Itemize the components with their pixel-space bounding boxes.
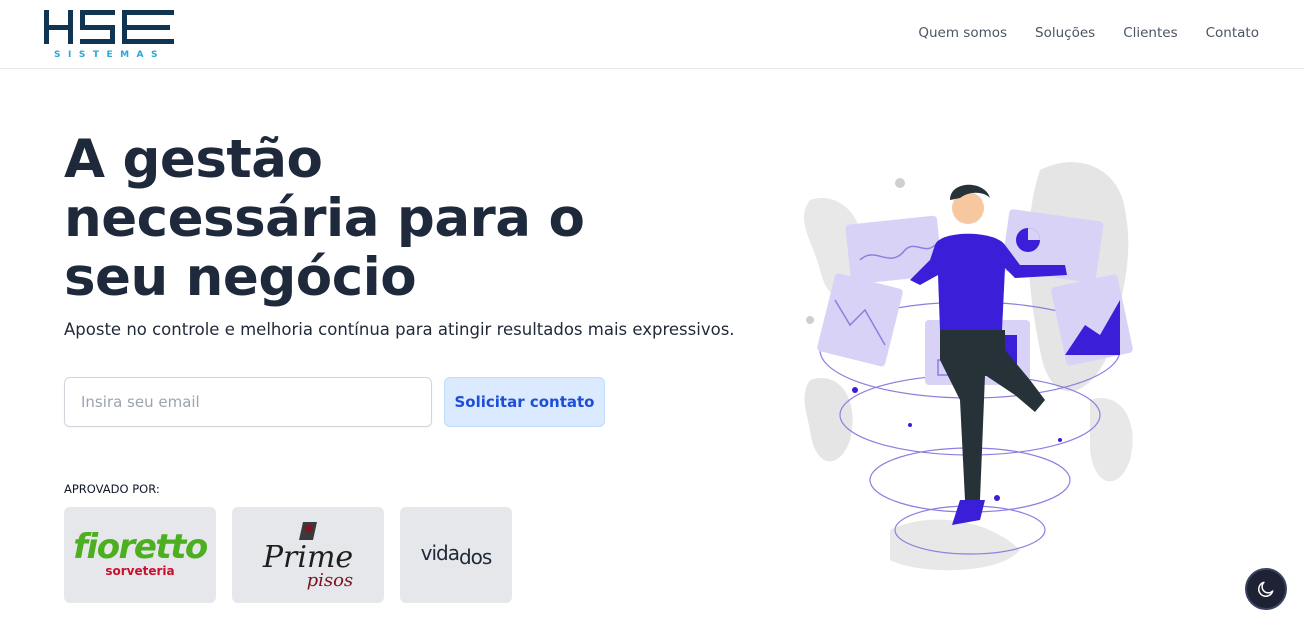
vidados-word-suffix: dos <box>458 545 492 569</box>
client-logo-fioretto: fioretto sorveteria <box>64 507 216 603</box>
vidados-word-main: vida <box>420 541 460 565</box>
theme-toggle-button[interactable] <box>1245 568 1287 610</box>
logo-subtext: SISTEMAS <box>54 50 166 60</box>
hse-logo[interactable]: SISTEMAS <box>40 8 180 60</box>
request-contact-button[interactable]: Solicitar contato <box>444 377 605 427</box>
prime-emblem-icon <box>298 522 317 540</box>
email-input[interactable] <box>64 377 432 427</box>
nav-item-solucoes[interactable]: Soluções <box>1035 25 1095 41</box>
approved-by-label: APROVADO POR: <box>64 482 160 496</box>
hero-illustration <box>804 162 1133 571</box>
moon-icon <box>1258 581 1274 597</box>
nav-item-contato[interactable]: Contato <box>1206 25 1259 41</box>
hero-subtitle: Aposte no controle e melhoria contínua p… <box>64 320 735 339</box>
client-logo-prime: Prime pisos <box>232 507 384 603</box>
vidados-wordmark: vidados <box>420 541 493 569</box>
client-logo-vidados: vidados <box>400 507 512 603</box>
fioretto-wordmark: fioretto <box>73 527 208 567</box>
nav-item-clientes[interactable]: Clientes <box>1123 25 1177 41</box>
nav-item-quem-somos[interactable]: Quem somos <box>918 25 1007 41</box>
main-nav: Quem somos Soluções Clientes Contato <box>918 25 1259 41</box>
site-header: SISTEMAS Quem somos Soluções Clientes Co… <box>0 0 1304 69</box>
prime-wordmark: Prime <box>262 540 354 575</box>
hero-title: A gestão necessária para o seu negócio <box>64 129 585 308</box>
logo-mark <box>44 10 174 44</box>
